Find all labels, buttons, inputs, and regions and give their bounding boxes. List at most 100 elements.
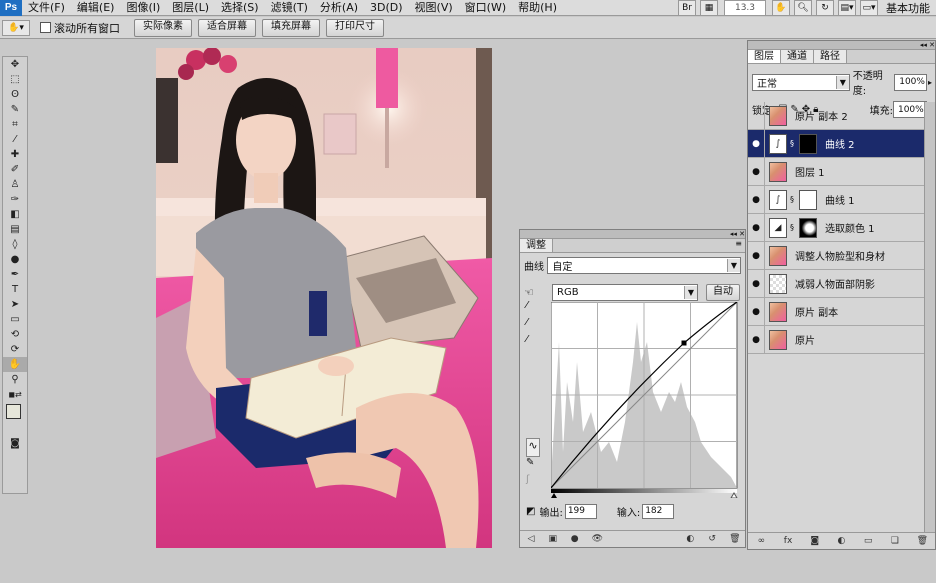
lasso-tool-icon[interactable]: ʘ: [3, 87, 27, 102]
visibility-eye-icon[interactable]: [748, 101, 765, 130]
path-select-icon[interactable]: ➤: [3, 297, 27, 312]
menu-item[interactable]: 视图(V): [409, 0, 459, 16]
bridge-button[interactable]: Br: [678, 0, 696, 16]
3d-orbit-icon[interactable]: ⟳: [3, 342, 27, 357]
hand-tool-icon[interactable]: ✋: [3, 357, 27, 372]
link-layers-icon[interactable]: ∞: [756, 536, 766, 546]
default-colors-icon[interactable]: ◼⇄: [3, 387, 27, 402]
view-extras-button[interactable]: ▦: [700, 0, 718, 16]
auto-button[interactable]: 自动: [706, 284, 740, 301]
delete-layer-icon[interactable]: 🗑︎: [917, 536, 928, 546]
on-image-adjust-icon[interactable]: ☜: [524, 286, 552, 299]
new-layer-icon[interactable]: ❏: [890, 536, 900, 546]
layers-tab[interactable]: 图层: [748, 50, 781, 63]
zoom-tool-icon[interactable]: ⚲: [3, 372, 27, 387]
screen-mode-button[interactable]: ▭▾: [860, 0, 878, 16]
return-icon[interactable]: ◁: [526, 534, 536, 544]
hand-tool-preset-icon[interactable]: ✋▾: [2, 19, 30, 36]
document-canvas[interactable]: [156, 48, 492, 548]
visibility-eye-icon[interactable]: ●: [748, 325, 765, 354]
pencil-draw-icon[interactable]: ✎: [526, 457, 540, 474]
eraser-tool-icon[interactable]: ◧: [3, 207, 27, 222]
zoom-level[interactable]: 13.3: [724, 0, 766, 16]
marquee-tool-icon[interactable]: ⬚: [3, 72, 27, 87]
previous-state-icon[interactable]: ◐: [685, 534, 695, 544]
layer-style-icon[interactable]: fx: [783, 536, 793, 546]
black-point-eyedropper-icon[interactable]: ⁄: [526, 300, 540, 317]
move-tool-icon[interactable]: ✥: [3, 57, 27, 72]
visibility-eye-icon[interactable]: ●: [748, 269, 765, 298]
opacity-arrow-icon[interactable]: ▸: [928, 78, 932, 87]
menu-item[interactable]: 滤镜(T): [265, 0, 314, 16]
menu-item[interactable]: 3D(D): [364, 0, 409, 16]
curve-edit-points-icon[interactable]: ∿: [526, 438, 540, 457]
rotate-view-icon[interactable]: ↻: [816, 0, 834, 16]
gray-point-eyedropper-icon[interactable]: ⁄: [526, 317, 540, 334]
layer-row[interactable]: ● 减弱人物面部阴影: [748, 269, 925, 298]
eyedropper-tool-icon[interactable]: ⁄: [3, 132, 27, 147]
foreground-color[interactable]: [6, 404, 21, 419]
panel-menu-icon[interactable]: ≡: [735, 239, 745, 252]
opacity-field[interactable]: 100%: [894, 73, 927, 91]
hand-tool-icon[interactable]: ✋: [772, 0, 790, 16]
mask-link-icon[interactable]: §: [789, 223, 795, 232]
white-point-eyedropper-icon[interactable]: ⁄: [526, 334, 540, 351]
layer-mask-thumbnail[interactable]: [799, 189, 817, 210]
new-adjustment-icon[interactable]: ◐: [836, 536, 846, 546]
menu-item[interactable]: 窗口(W): [459, 0, 512, 16]
smooth-curve-icon[interactable]: ʃ: [526, 474, 540, 491]
layer-row[interactable]: ● ◢ § 选取颜色 1: [748, 213, 925, 242]
visibility-eye-icon[interactable]: ●: [748, 213, 765, 242]
zoom-tool-icon[interactable]: 🔍︎: [794, 0, 812, 16]
clipping-icon[interactable]: ◩: [526, 506, 535, 517]
layer-row[interactable]: ● ∫ § 曲线 1: [748, 185, 925, 214]
collapse-icon[interactable]: ◂◂ ✕: [730, 230, 745, 238]
layers-scrollbar[interactable]: [924, 102, 935, 532]
tab-adjustments[interactable]: 调整: [520, 239, 553, 252]
arrange-documents-button[interactable]: ▤▾: [838, 0, 856, 16]
shape-tool-icon[interactable]: ▭: [3, 312, 27, 327]
view-button[interactable]: 填充屏幕: [262, 18, 320, 37]
menu-item[interactable]: 图像(I): [120, 0, 166, 16]
dodge-tool-icon[interactable]: ●: [3, 252, 27, 267]
view-button[interactable]: 打印尺寸: [326, 18, 384, 37]
visibility-eye-icon[interactable]: ●: [748, 185, 765, 214]
output-field[interactable]: 199: [564, 504, 597, 519]
visibility-icon[interactable]: 👁︎: [592, 534, 603, 544]
visibility-eye-icon[interactable]: ●: [748, 157, 765, 186]
menu-item[interactable]: 图层(L): [166, 0, 215, 16]
reset-icon[interactable]: ↺: [707, 534, 717, 544]
new-group-icon[interactable]: ▭: [863, 536, 873, 546]
input-field[interactable]: 182: [642, 504, 675, 519]
pen-tool-icon[interactable]: ✒: [3, 267, 27, 282]
layer-row[interactable]: ● 图层 1: [748, 157, 925, 186]
delete-icon[interactable]: 🗑︎: [729, 534, 740, 544]
menu-item[interactable]: 分析(A): [314, 0, 364, 16]
blend-mode-select[interactable]: 正常 ▼: [752, 73, 850, 91]
visibility-eye-icon[interactable]: ●: [748, 129, 765, 158]
visibility-eye-icon[interactable]: ●: [748, 241, 765, 270]
layer-row[interactable]: ● 原片: [748, 325, 925, 354]
gradient-tool-icon[interactable]: ▤: [3, 222, 27, 237]
quick-select-tool-icon[interactable]: ✎: [3, 102, 27, 117]
layer-row[interactable]: ● 调整人物脸型和身材: [748, 241, 925, 270]
clip-layer-icon[interactable]: ●: [570, 534, 580, 544]
layer-mask-thumbnail[interactable]: [799, 217, 817, 238]
standard-view-icon[interactable]: ▣: [548, 534, 558, 544]
menu-item[interactable]: 编辑(E): [71, 0, 121, 16]
history-brush-icon[interactable]: ✑: [3, 192, 27, 207]
curve-graph[interactable]: [551, 302, 739, 498]
view-button[interactable]: 适合屏幕: [198, 18, 256, 37]
menu-item[interactable]: 选择(S): [215, 0, 265, 16]
3d-rotate-icon[interactable]: ⟲: [3, 327, 27, 342]
layer-row[interactable]: 原片 副本 2: [748, 101, 925, 130]
mask-link-icon[interactable]: §: [789, 195, 795, 204]
workspace-switcher[interactable]: 基本功能: [880, 0, 936, 16]
quick-mask-icon[interactable]: ◙: [3, 436, 27, 451]
panel-header[interactable]: ◂◂ ✕: [520, 230, 745, 239]
channel-select[interactable]: RGB ▼: [552, 284, 698, 301]
clone-stamp-icon[interactable]: ♙: [3, 177, 27, 192]
menu-item[interactable]: 帮助(H): [512, 0, 563, 16]
blur-tool-icon[interactable]: ◊: [3, 237, 27, 252]
layer-mask-thumbnail[interactable]: [799, 133, 817, 154]
